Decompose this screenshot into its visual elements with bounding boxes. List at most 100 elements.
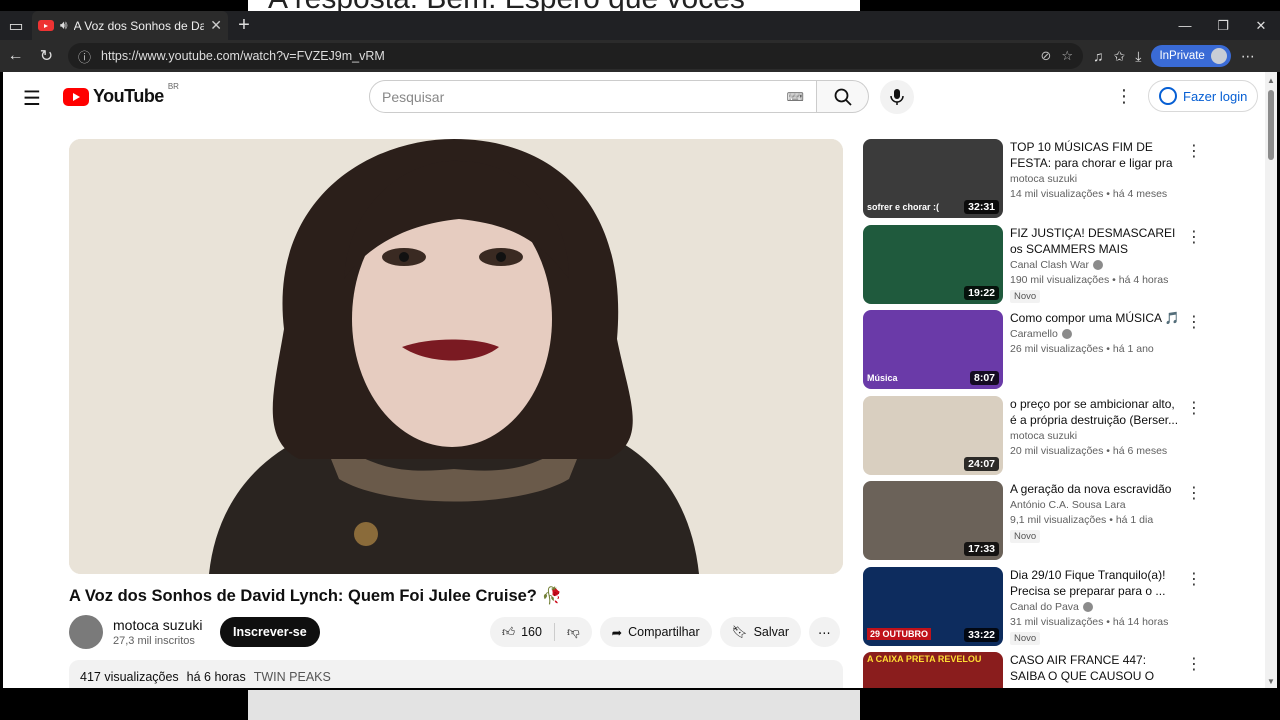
subscriber-count: 27,3 mil inscritos [113, 635, 195, 647]
recommendation-item[interactable]: 19:22 FIZ JUSTIÇA! DESMASCAREI os SCAMME… [863, 224, 1202, 311]
video-thumbnail[interactable]: 17:33 [863, 481, 1003, 560]
recommendation-more-icon[interactable]: ⋮ [1186, 141, 1202, 161]
recommendation-item[interactable]: sofrer e chorar :( 32:31 TOP 10 MÚSICAS … [863, 139, 1202, 225]
tab-title: A Voz dos Sonhos de David Lynch: Quem Fo… [73, 18, 205, 33]
video-player[interactable] [69, 139, 843, 574]
menu-icon[interactable]: ☰ [23, 86, 43, 111]
minimize-icon[interactable]: — [1166, 18, 1204, 34]
speaker-icon[interactable]: 🔊︎ [60, 18, 68, 33]
recommendation-channel[interactable]: António C.A. Sousa Lara [1010, 499, 1180, 511]
scroll-thumb[interactable] [1268, 90, 1274, 160]
recommendation-more-icon[interactable]: ⋮ [1186, 569, 1202, 589]
new-tab-icon[interactable]: + [228, 14, 260, 37]
youtube-logo[interactable]: YouTube BR [63, 82, 179, 107]
share-button[interactable]: ➦ Compartilhar [599, 617, 712, 647]
video-thumbnail[interactable]: 29 OUTUBRO 33:22 [863, 566, 1003, 646]
recommendation-item[interactable]: 17:33 A geração da nova escravidão Antón… [863, 481, 1202, 567]
recommendation-stats: 9,1 mil visualizações • há 1 dia [1010, 514, 1154, 526]
video-thumbnail[interactable]: 19:22 [863, 224, 1003, 304]
recommendation-channel[interactable]: motoca suzuki [1010, 173, 1180, 185]
recommendation-age: há 14 horas [1112, 615, 1169, 628]
recommendation-title[interactable]: FIZ JUSTIÇA! DESMASCAREI os SCAMMERS MAI… [1010, 225, 1180, 257]
page-scrollbar[interactable]: ▲ ▼ [1265, 72, 1277, 688]
recommendation-more-icon[interactable]: ⋮ [1186, 483, 1202, 503]
recommendation-title[interactable]: o preço por se ambicionar alto, é a próp… [1010, 396, 1180, 428]
recommendation-title[interactable]: Como compor uma MÚSICA 🎵 [1010, 310, 1180, 326]
video-duration: 8:07 [969, 371, 999, 385]
upload-age: há 6 horas [186, 670, 246, 684]
recommendation-item[interactable]: Música 8:07 Como compor uma MÚSICA 🎵 Car… [863, 310, 1202, 396]
search-input[interactable]: Pesquisar ⌨ [369, 80, 817, 113]
description-box[interactable]: 417 visualizações há 6 horas TWIN PEAKS [69, 660, 843, 688]
video-thumbnail[interactable]: sofrer e chorar :( 32:31 [863, 139, 1003, 218]
favorite-star-icon[interactable]: ☆ [1061, 48, 1073, 64]
restore-icon[interactable]: ❐ [1204, 18, 1242, 34]
recommendation-item[interactable]: A CAIXA PRETA REVELOU CASO AIR FRANCE 44… [863, 652, 1202, 688]
recommendation-channel[interactable]: Canal do Pava [1010, 601, 1180, 613]
recommendation-more-icon[interactable]: ⋮ [1186, 654, 1202, 674]
url-field[interactable]: ⓘ https://www.youtube.com/watch?v=FVZEJ9… [68, 43, 1083, 69]
keyboard-icon[interactable]: ⌨ [787, 90, 804, 104]
recommendation-age: há 1 ano [1112, 343, 1154, 355]
bookmark-icon: 🔖︎ [731, 624, 748, 639]
recommendation-more-icon[interactable]: ⋮ [1186, 398, 1202, 418]
save-button[interactable]: 🔖︎ Salvar [719, 617, 801, 647]
search-button[interactable] [817, 80, 869, 113]
recommendation-channel[interactable]: Canal Clash War [1010, 259, 1180, 271]
back-icon[interactable]: ← [0, 47, 31, 65]
scroll-down-icon[interactable]: ▼ [1267, 677, 1275, 686]
recommendation-more-icon[interactable]: ⋮ [1186, 312, 1202, 332]
like-count[interactable]: 160 [521, 625, 542, 639]
new-badge: Novo [1010, 530, 1041, 543]
thumbnail-caption: 29 OUTUBRO [867, 627, 932, 640]
channel-name[interactable]: motoca suzuki [113, 617, 202, 633]
settings-more-icon[interactable]: ⋮ [1115, 86, 1133, 107]
microphone-icon [890, 89, 904, 105]
account-icon [1159, 87, 1177, 105]
recommendation-more-icon[interactable]: ⋮ [1186, 227, 1202, 247]
browser-tab[interactable]: 🔊︎ A Voz dos Sonhos de David Lynch: Quem… [32, 11, 228, 40]
close-tab-icon[interactable]: ✕ [210, 17, 222, 34]
view-count: 417 visualizações [80, 670, 179, 684]
recommendation-item[interactable]: 29 OUTUBRO 33:22 Dia 29/10 Fique Tranqui… [863, 566, 1202, 653]
favorites-icon[interactable]: ✩ [1114, 48, 1126, 65]
dislike-icon[interactable]: 👎︎ [567, 625, 580, 640]
recommendation-age: há 1 dia [1115, 514, 1154, 526]
recommendation-title[interactable]: TOP 10 MÚSICAS FIM DE FESTA: para chorar… [1010, 139, 1180, 171]
recommendation-views: 9,1 mil visualizações [1010, 514, 1107, 526]
inprivate-badge[interactable]: InPrivate [1151, 45, 1231, 67]
tracking-prevention-icon[interactable]: ⊘ [1040, 48, 1051, 64]
save-label: Salvar [753, 625, 789, 639]
channel-avatar[interactable] [69, 615, 103, 649]
video-thumbnail[interactable]: Música 8:07 [863, 310, 1003, 389]
recommendation-channel[interactable]: motoca suzuki [1010, 430, 1180, 442]
search-icon [834, 88, 852, 106]
video-duration: 32:31 [964, 200, 999, 214]
tab-actions-icon[interactable]: ▭ [0, 11, 32, 40]
more-actions-button[interactable]: ⋯ [809, 617, 840, 647]
video-thumbnail[interactable]: A CAIXA PRETA REVELOU [863, 652, 1003, 688]
close-window-icon[interactable]: ✕ [1242, 18, 1280, 34]
recommendation-channel[interactable]: Caramello [1010, 328, 1180, 340]
downloads-icon[interactable]: ⤓ [1135, 48, 1141, 65]
voice-search-button[interactable] [880, 80, 914, 114]
login-button[interactable]: Fazer login [1148, 80, 1259, 112]
recommendation-stats: 26 mil visualizações • há 1 ano [1010, 343, 1154, 355]
video-thumbnail[interactable]: 24:07 [863, 395, 1003, 475]
more-options-icon[interactable]: ⋯ [1241, 48, 1255, 65]
site-info-icon[interactable]: ⓘ [78, 47, 91, 66]
channel-owner[interactable]: motoca suzuki 27,3 mil inscritos [69, 615, 202, 649]
recommendation-title[interactable]: A geração da nova escravidão [1010, 481, 1180, 497]
channel-label: Canal do Pava [1010, 600, 1079, 613]
like-icon[interactable]: 👍︎ [502, 625, 515, 640]
recommendation-age: há 4 meses [1112, 188, 1168, 200]
video-tag[interactable]: TWIN PEAKS [254, 670, 331, 688]
scroll-up-icon[interactable]: ▲ [1267, 76, 1275, 85]
subscribe-button[interactable]: Inscrever-se [220, 617, 320, 647]
recommendation-title[interactable]: Dia 29/10 Fique Tranquilo(a)! Precisa se… [1010, 567, 1180, 599]
browser-address-bar: ← ↻ ⓘ https://www.youtube.com/watch?v=FV… [0, 40, 1280, 72]
refresh-icon[interactable]: ↻ [31, 46, 62, 66]
recommendation-title[interactable]: CASO AIR FRANCE 447: SAIBA O QUE CAUSOU … [1010, 652, 1180, 684]
read-aloud-icon[interactable]: ♫ [1093, 48, 1104, 64]
recommendation-item[interactable]: 24:07 o preço por se ambicionar alto, é … [863, 395, 1202, 482]
